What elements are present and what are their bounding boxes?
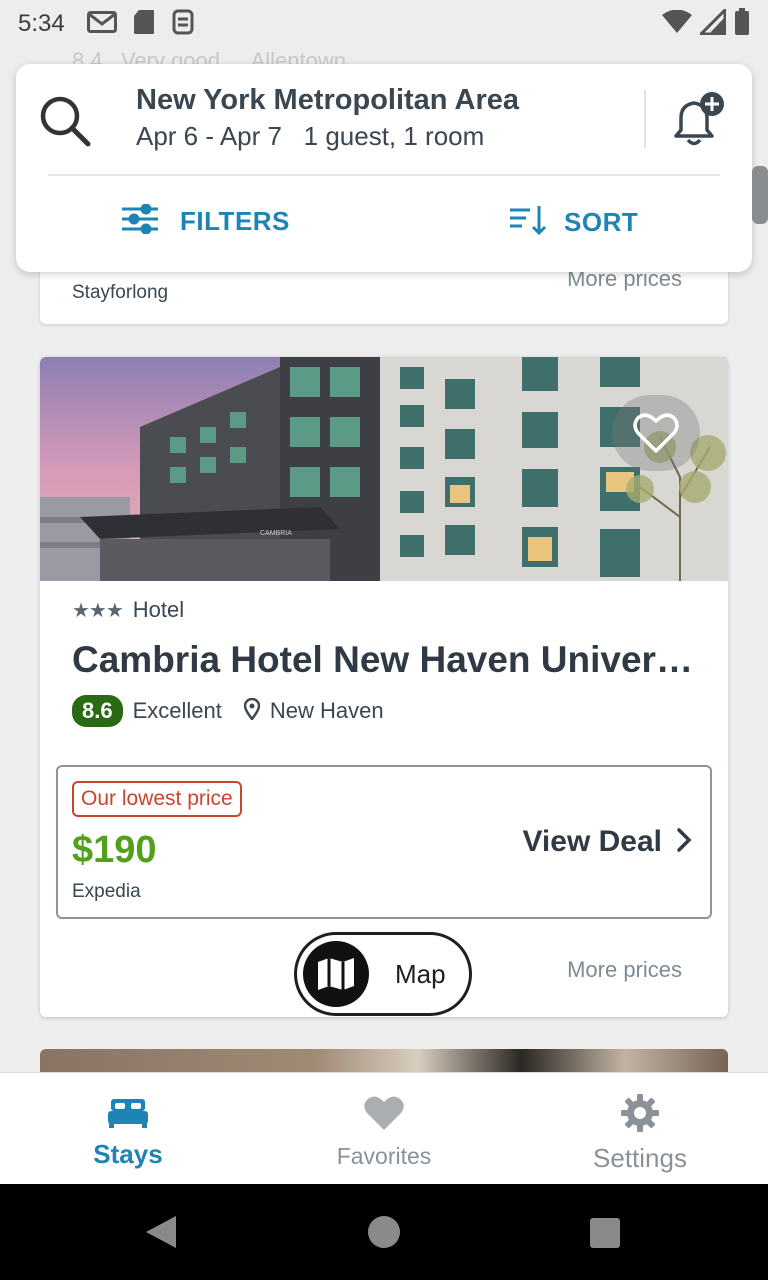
tab-favorites[interactable]: Favorites <box>312 1073 456 1185</box>
deal-box[interactable]: Our lowest price $190 Expedia View Deal <box>56 765 712 919</box>
home-icon[interactable] <box>368 1216 400 1248</box>
recents-icon[interactable] <box>590 1218 620 1248</box>
hotel-card[interactable]: CAMBRIA ★★★ Hotel Cambria Hotel New Have… <box>40 357 728 1017</box>
search-dates: Apr 6 - Apr 7 <box>136 121 282 151</box>
gear-icon <box>620 1093 660 1133</box>
hotel-type-row: ★★★ Hotel <box>72 597 184 623</box>
hotel-type: Hotel <box>132 597 185 622</box>
hotel-sign: CAMBRIA <box>260 530 292 537</box>
add-price-alert-button[interactable] <box>666 90 726 155</box>
divider <box>644 90 646 148</box>
search-guests: 1 guest, 1 room <box>303 121 485 151</box>
hotel-location: New Haven <box>269 698 384 723</box>
tab-settings-label: Settings <box>593 1143 687 1173</box>
bell-plus-icon <box>674 92 724 146</box>
map-button[interactable]: Map <box>294 932 472 1016</box>
search-icon[interactable] <box>38 94 92 153</box>
tab-stays-label: Stays <box>93 1139 163 1169</box>
tab-settings[interactable]: Settings <box>568 1073 712 1185</box>
system-navigation-bar <box>0 1184 768 1280</box>
back-icon[interactable] <box>144 1214 178 1255</box>
map-button-label: Map <box>395 958 446 989</box>
deal-provider: Expedia <box>72 881 141 902</box>
rating-badge: 8.6 <box>72 695 123 727</box>
deal-price: $190 <box>72 829 157 871</box>
status-bar: 5:34 <box>0 0 768 48</box>
sliders-icon <box>120 203 160 239</box>
sync-icon <box>171 9 195 40</box>
filters-button[interactable]: FILTERS <box>120 203 290 239</box>
tab-favorites-label: Favorites <box>336 1143 432 1169</box>
search-summary[interactable]: New York Metropolitan Area Apr 6 - Apr 7… <box>136 84 519 152</box>
lowest-price-tag: Our lowest price <box>72 781 242 817</box>
sort-label: SORT <box>564 207 639 237</box>
sort-button[interactable]: SORT <box>508 204 638 241</box>
sort-icon <box>508 204 548 241</box>
bottom-navigation: Stays Favorites Settings <box>0 1072 768 1184</box>
divider <box>48 174 720 176</box>
wifi-icon <box>662 9 692 39</box>
view-deal-label: View Deal <box>522 825 662 858</box>
signal-icon <box>697 5 727 40</box>
search-header[interactable]: New York Metropolitan Area Apr 6 - Apr 7… <box>16 64 752 272</box>
favorite-button[interactable] <box>612 395 700 471</box>
view-deal-button[interactable]: View Deal <box>522 825 692 859</box>
more-prices-link[interactable]: More prices <box>567 957 682 983</box>
battery-icon <box>734 7 750 41</box>
tab-stays[interactable]: Stays <box>56 1073 200 1185</box>
search-location: New York Metropolitan Area <box>136 84 519 116</box>
bed-icon <box>107 1093 149 1133</box>
deal-provider: Stayforlong <box>72 282 169 303</box>
gmail-icon <box>86 10 117 38</box>
location-pin-icon <box>243 697 261 725</box>
filters-label: FILTERS <box>180 206 290 236</box>
heart-outline-icon <box>633 413 679 453</box>
sd-card-icon <box>133 9 155 40</box>
chevron-right-icon <box>676 827 692 858</box>
hotel-photo[interactable]: CAMBRIA <box>40 357 728 581</box>
scrollbar-thumb[interactable] <box>752 166 768 224</box>
search-dates-guests: Apr 6 - Apr 7 1 guest, 1 room <box>136 121 519 152</box>
rating-text: Excellent <box>132 698 222 723</box>
map-icon <box>303 941 369 1007</box>
star-rating: ★★★ <box>72 599 124 622</box>
rating-row: 8.6 Excellent New Haven <box>72 695 384 727</box>
status-time: 5:34 <box>18 10 65 37</box>
heart-icon <box>363 1093 405 1133</box>
hotel-name[interactable]: Cambria Hotel New Haven University <box>72 639 702 681</box>
